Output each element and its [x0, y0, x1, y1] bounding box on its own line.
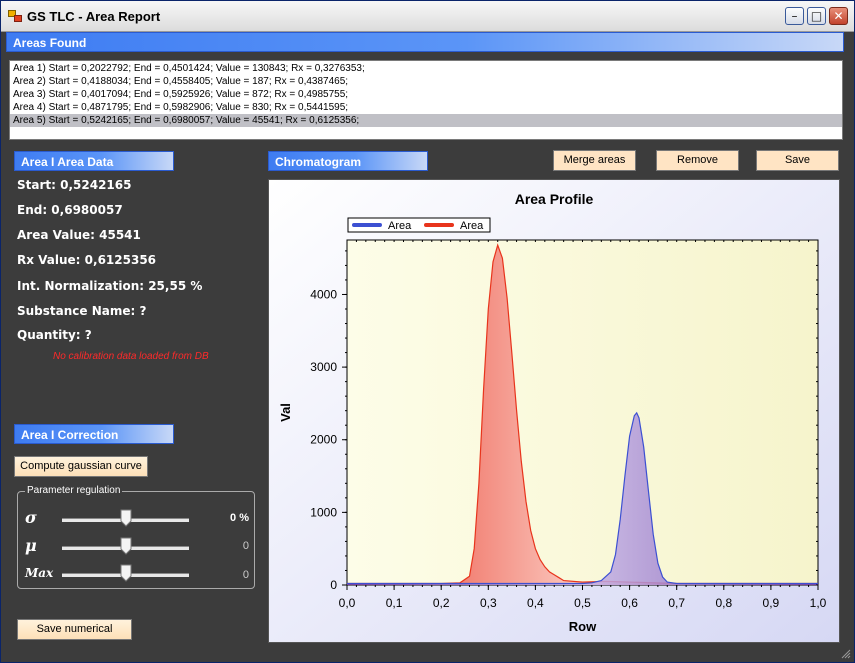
end-value: End: 0,6980057 — [17, 203, 123, 217]
mu-value: 0 — [242, 540, 249, 552]
legend-label: Area — [460, 220, 484, 232]
y-tick-label: 2000 — [310, 433, 337, 447]
calibration-warning: No calibration data loaded from DB — [53, 351, 209, 362]
sigma-value: 0 % — [230, 512, 249, 524]
y-tick-label: 3000 — [310, 360, 337, 374]
x-tick-label: 0,7 — [668, 596, 685, 610]
area-list-item[interactable]: Area 3) Start = 0,4017094; End = 0,59259… — [10, 88, 842, 101]
area-list-item[interactable]: Area 1) Start = 0,2022792; End = 0,45014… — [10, 62, 842, 75]
legend-swatch — [352, 223, 382, 227]
close-button[interactable]: ✕ — [829, 7, 848, 25]
app-icon — [8, 10, 22, 22]
area-profile-chart: Area Profile 0,0 0,1 0,2 0,3 0,4 0,5 0,6 0,7 0,8… — [269, 180, 839, 642]
area-list-item[interactable]: Area 4) Start = 0,4871795; End = 0,59829… — [10, 101, 842, 114]
max-slider-thumb[interactable] — [120, 564, 132, 582]
area-data-header: Area I Area Data — [14, 151, 174, 171]
main-window: GS TLC - Area Report – □ ✕ Areas Found A… — [0, 0, 855, 663]
x-axis-label: Row — [569, 619, 597, 634]
start-value: Start: 0,5242165 — [17, 178, 132, 192]
chromatogram-header: Chromatogram — [268, 151, 428, 171]
chart-title: Area Profile — [515, 191, 594, 207]
legend-label: Area — [388, 220, 412, 232]
y-axis-label: Val — [278, 403, 293, 422]
areas-list[interactable]: Area 1) Start = 0,2022792; End = 0,45014… — [9, 60, 843, 140]
max-label: Max — [25, 566, 54, 580]
x-tick-label: 0,2 — [433, 596, 450, 610]
area-value: Area Value: 45541 — [17, 228, 141, 242]
quantity: Quantity: ? — [17, 328, 92, 342]
x-tick-label: 0,5 — [574, 596, 591, 610]
area-list-item[interactable]: Area 2) Start = 0,4188034; End = 0,45584… — [10, 75, 842, 88]
sigma-label: σ — [25, 508, 37, 527]
plot-area — [346, 239, 819, 586]
x-tick-label: 0,6 — [621, 596, 638, 610]
compute-gaussian-button[interactable]: Compute gaussian curve — [14, 456, 148, 477]
mu-label: μ — [25, 536, 37, 555]
legend-swatch — [424, 223, 454, 227]
y-tick-label: 1000 — [310, 505, 337, 519]
parameter-regulation-title: Parameter regulation — [25, 485, 123, 496]
areas-found-header: Areas Found — [6, 32, 844, 52]
minimize-button[interactable]: – — [785, 7, 804, 25]
area-correction-header: Area I Correction — [14, 424, 174, 444]
x-tick-label: 0,0 — [339, 596, 356, 610]
x-tick-label: 0,1 — [386, 596, 403, 610]
x-tick-label: 0,3 — [480, 596, 497, 610]
chart-panel: Area Profile 0,0 0,1 0,2 0,3 0,4 0,5 0,6 0,7 0,8… — [268, 179, 840, 643]
rx-value: Rx Value: 0,6125356 — [17, 253, 157, 267]
y-tick-label: 4000 — [310, 287, 337, 301]
title-bar[interactable]: GS TLC - Area Report – □ ✕ — [1, 1, 854, 32]
x-tick-label: 0,9 — [763, 596, 780, 610]
remove-button[interactable]: Remove — [656, 150, 739, 171]
mu-slider-thumb[interactable] — [120, 537, 132, 555]
maximize-button[interactable]: □ — [807, 7, 826, 25]
x-tick-label: 0,4 — [527, 596, 544, 610]
resize-grip-icon[interactable] — [841, 649, 851, 659]
chart-legend: Area Area — [347, 217, 491, 233]
save-numerical-button[interactable]: Save numerical — [17, 619, 132, 640]
y-tick-label: 0 — [330, 578, 337, 592]
sigma-slider-thumb[interactable] — [120, 509, 132, 527]
substance-name: Substance Name: ? — [17, 304, 147, 318]
max-value: 0 — [242, 569, 249, 581]
x-tick-label: 0,8 — [715, 596, 732, 610]
window-title: GS TLC - Area Report — [27, 9, 161, 24]
merge-areas-button[interactable]: Merge areas — [553, 150, 636, 171]
save-button[interactable]: Save — [756, 150, 839, 171]
int-normalization: Int. Normalization: 25,55 % — [17, 279, 203, 293]
x-tick-label: 1,0 — [810, 596, 827, 610]
area-list-item-selected[interactable]: Area 5) Start = 0,5242165; End = 0,69800… — [10, 114, 842, 127]
